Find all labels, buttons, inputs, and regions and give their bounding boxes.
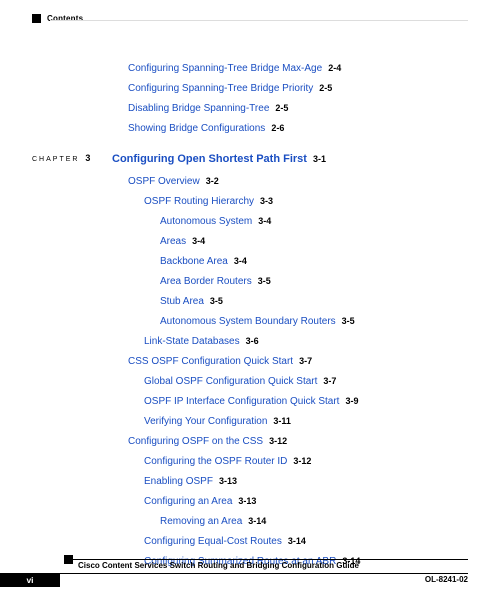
toc-entry: Configuring Spanning-Tree Bridge Priorit…: [0, 82, 500, 96]
toc-entry: Removing an Area 3-14: [0, 515, 500, 529]
page-header: Contents: [32, 14, 83, 23]
toc-entry: Link-State Databases 3-6: [0, 335, 500, 349]
toc-entry-title[interactable]: OSPF Routing Hierarchy: [144, 195, 254, 209]
toc-entry: Disabling Bridge Spanning-Tree 2-5: [0, 102, 500, 116]
toc-entry-page: 3-12: [293, 455, 311, 468]
toc-entry-page: 3-3: [260, 195, 273, 208]
toc-entry-page: 3-14: [248, 515, 266, 528]
toc-entry: Enabling OSPF 3-13: [0, 475, 500, 489]
chapter-row: CHAPTER 3 Configuring Open Shortest Path…: [0, 152, 500, 167]
toc-entry-title[interactable]: Removing an Area: [160, 515, 242, 529]
toc-entry: Configuring OSPF on the CSS 3-12: [0, 435, 500, 449]
toc-entry: Configuring Equal-Cost Routes 3-14: [0, 535, 500, 549]
toc-entry-page: 2-5: [275, 102, 288, 115]
page-number: vi: [0, 575, 60, 585]
toc-entry-page: 3-4: [258, 215, 271, 228]
toc-entry-page: 2-5: [319, 82, 332, 95]
toc-entry-title[interactable]: Autonomous System Boundary Routers: [160, 315, 336, 329]
toc-entry: Verifying Your Configuration 3-11: [0, 415, 500, 429]
toc-entry-title[interactable]: Global OSPF Configuration Quick Start: [144, 375, 317, 389]
toc-entry-page: 3-2: [206, 175, 219, 188]
header-label: Contents: [47, 14, 83, 23]
toc-entry-title[interactable]: Configuring Equal-Cost Routes: [144, 535, 282, 549]
header-rule: [50, 20, 468, 21]
toc-entry-page: 3-4: [234, 255, 247, 268]
toc-entry: OSPF Routing Hierarchy 3-3: [0, 195, 500, 209]
toc-entry-title[interactable]: Configuring an Area: [144, 495, 232, 509]
toc-entry: Backbone Area 3-4: [0, 255, 500, 269]
toc-entry-page: 2-4: [328, 62, 341, 75]
toc-entry-page: 3-5: [210, 295, 223, 308]
toc-entry: Stub Area 3-5: [0, 295, 500, 309]
toc-entry-title[interactable]: Enabling OSPF: [144, 475, 213, 489]
toc-entry: OSPF IP Interface Configuration Quick St…: [0, 395, 500, 409]
toc-entry: Global OSPF Configuration Quick Start 3-7: [0, 375, 500, 389]
toc-entry: OSPF Overview 3-2: [0, 175, 500, 189]
toc-entry-title[interactable]: Stub Area: [160, 295, 204, 309]
toc-entry-title[interactable]: OSPF IP Interface Configuration Quick St…: [144, 395, 339, 409]
header-square-icon: [32, 14, 41, 23]
toc-entry: Configuring the OSPF Router ID 3-12: [0, 455, 500, 469]
toc-entry-page: 3-5: [258, 275, 271, 288]
toc-entry-title[interactable]: Configuring Spanning-Tree Bridge Max-Age: [128, 62, 322, 76]
toc-entry: Showing Bridge Configurations 2-6: [0, 122, 500, 136]
toc-entry: Areas 3-4: [0, 235, 500, 249]
page-footer: Cisco Content Services Switch Routing an…: [0, 559, 500, 587]
toc-entry: Configuring Spanning-Tree Bridge Max-Age…: [0, 62, 500, 76]
toc-entry-title[interactable]: Verifying Your Configuration: [144, 415, 267, 429]
toc-entry-title[interactable]: Backbone Area: [160, 255, 228, 269]
toc-entry-page: 3-9: [345, 395, 358, 408]
toc-entry-page: 3-11: [273, 415, 291, 428]
toc-entry: Configuring an Area 3-13: [0, 495, 500, 509]
toc-entry-page: 3-12: [269, 435, 287, 448]
toc-entry-page: 3-13: [238, 495, 256, 508]
toc-entry-page: 3-6: [246, 335, 259, 348]
toc-entry-title[interactable]: Link-State Databases: [144, 335, 240, 349]
toc-entry-page: 3-14: [288, 535, 306, 548]
toc-entry-page: 3-7: [299, 355, 312, 368]
toc-entry-title[interactable]: OSPF Overview: [128, 175, 200, 189]
chapter-tag: CHAPTER 3: [32, 152, 90, 165]
toc-entry-title[interactable]: Configuring the OSPF Router ID: [144, 455, 287, 469]
toc-entry-title[interactable]: Configuring Spanning-Tree Bridge Priorit…: [128, 82, 313, 96]
chapter-title[interactable]: Configuring Open Shortest Path First: [112, 152, 307, 167]
toc-entry-page: 2-6: [271, 122, 284, 135]
toc-entry-title[interactable]: Showing Bridge Configurations: [128, 122, 265, 136]
doc-id: OL-8241-02: [425, 575, 468, 584]
toc-entry-page: 3-4: [192, 235, 205, 248]
toc-entry-title[interactable]: Area Border Routers: [160, 275, 252, 289]
toc-entry: CSS OSPF Configuration Quick Start 3-7: [0, 355, 500, 369]
toc-entry-page: 3-7: [323, 375, 336, 388]
toc-entry-page: 3-13: [219, 475, 237, 488]
toc-entry-title[interactable]: Areas: [160, 235, 186, 249]
toc-entry: Autonomous System Boundary Routers 3-5: [0, 315, 500, 329]
chapter-page: 3-1: [313, 153, 326, 166]
toc-entry: Area Border Routers 3-5: [0, 275, 500, 289]
toc-entry-title[interactable]: Configuring OSPF on the CSS: [128, 435, 263, 449]
toc-entry-title[interactable]: Disabling Bridge Spanning-Tree: [128, 102, 269, 116]
toc-entry: Autonomous System 3-4: [0, 215, 500, 229]
toc-content: Configuring Spanning-Tree Bridge Max-Age…: [0, 62, 500, 575]
toc-entry-title[interactable]: Autonomous System: [160, 215, 252, 229]
toc-entry-page: 3-5: [342, 315, 355, 328]
toc-entry-title[interactable]: CSS OSPF Configuration Quick Start: [128, 355, 293, 369]
book-title: Cisco Content Services Switch Routing an…: [64, 560, 468, 570]
